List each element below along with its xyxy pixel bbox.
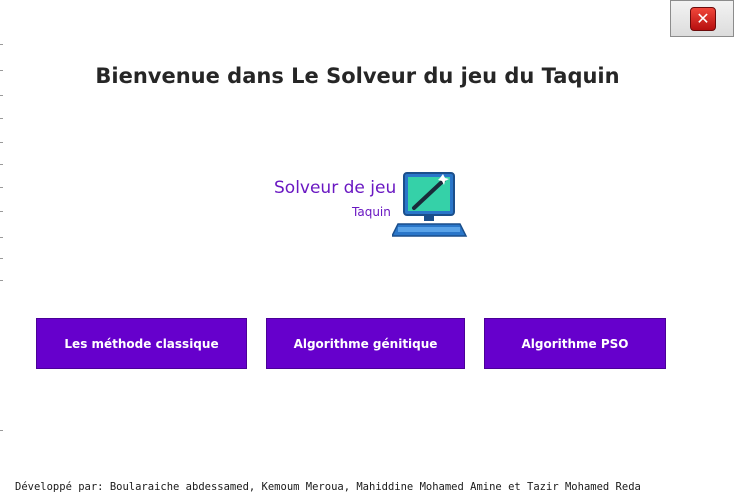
computer-monitor-icon [392, 172, 468, 237]
classic-methods-button[interactable]: Les méthode classique [36, 318, 247, 369]
close-button[interactable]: ✕ [670, 0, 734, 37]
genetic-algorithm-button[interactable]: Algorithme génitique [266, 318, 465, 369]
logo-title: Solveur de jeu [274, 178, 397, 198]
page-title: Bienvenue dans Le Solveur du jeu du Taqu… [95, 64, 620, 88]
pso-algorithm-button[interactable]: Algorithme PSO [484, 318, 666, 369]
app-logo: Solveur de jeu Taquin [274, 170, 474, 240]
logo-subtitle: Taquin [352, 205, 391, 219]
close-icon: ✕ [690, 7, 716, 31]
credits-text: Développé par: Boularaiche abdessamed, K… [15, 481, 641, 493]
